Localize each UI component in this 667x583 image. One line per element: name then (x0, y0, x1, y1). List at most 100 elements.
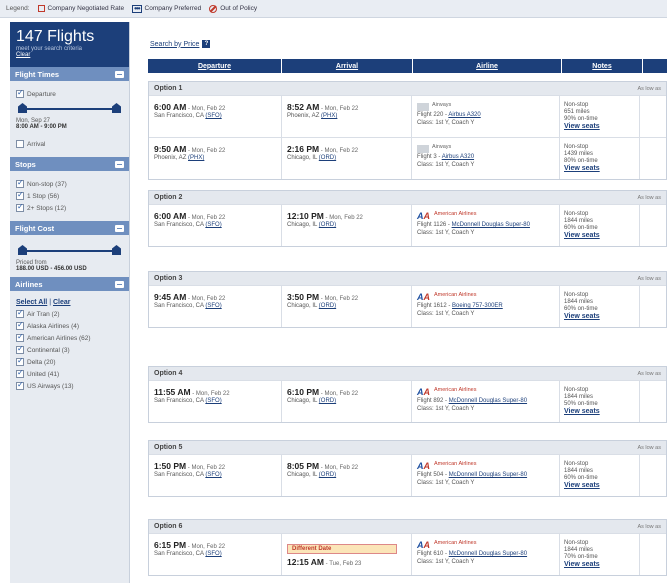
aircraft-link[interactable]: McDonnell Douglas Super-80 (449, 398, 527, 404)
aircraft-link[interactable]: McDonnell Douglas Super-80 (449, 472, 527, 478)
column-departure[interactable]: Departure (148, 59, 282, 73)
view-seats-link[interactable]: View seats (564, 561, 600, 568)
results-panel: Search by Price ? Departure Arrival Airl… (140, 22, 667, 583)
departure-airport-link[interactable]: (SFO) (205, 222, 221, 228)
departure-airport-link[interactable]: (SFO) (205, 303, 221, 309)
airlines-header[interactable]: Airlines (10, 277, 129, 291)
arrival-checkbox-row[interactable]: Arrival (16, 140, 123, 148)
slider-max-handle[interactable] (112, 103, 121, 113)
departure-time: 6:00 AM (154, 102, 187, 112)
stops-header[interactable]: Stops (10, 157, 129, 171)
departure-airport-link[interactable]: (SFO) (205, 551, 221, 557)
search-by-price-label: Search by Price (150, 40, 200, 48)
airline-item[interactable]: Delta (20) (16, 356, 123, 366)
flight-segment-row[interactable]: 6:00 AM - Mon, Feb 22 San Francisco, CA … (149, 204, 666, 246)
collapse-icon[interactable] (115, 280, 124, 288)
departure-airport-link[interactable]: (SFO) (205, 472, 221, 478)
stops-nonstop[interactable]: Non-stop (37) (16, 178, 123, 188)
stops-one[interactable]: 1 Stop (56) (16, 190, 123, 200)
departure-city: San Francisco, CA (154, 303, 206, 309)
slider-min-handle[interactable] (18, 103, 27, 113)
checkbox[interactable] (16, 202, 24, 212)
collapse-icon[interactable] (115, 224, 124, 232)
airline-item[interactable]: Continental (3) (16, 344, 123, 354)
help-icon[interactable]: ? (202, 40, 211, 48)
select-all-link[interactable]: Select All (16, 299, 47, 306)
airline-brand: AA American Airlines (417, 387, 554, 397)
arrival-city: Chicago, IL (287, 155, 319, 161)
view-seats-link[interactable]: View seats (564, 482, 600, 489)
arrival-city: Chicago, IL (287, 472, 319, 478)
flight-segment-row[interactable]: 6:15 PM - Mon, Feb 22 San Francisco, CA … (149, 533, 666, 575)
departure-airport-link[interactable]: (SFO) (205, 398, 221, 404)
aircraft-link[interactable]: McDonnell Douglas Super-80 (449, 551, 527, 557)
search-by-price-link[interactable]: Search by Price ? (150, 40, 211, 48)
view-seats-link[interactable]: View seats (564, 123, 600, 130)
departure-date: - Mon, Feb 22 (186, 148, 226, 154)
stops-note: Non-stop (564, 102, 589, 108)
arrival-airport-link[interactable]: (ORD) (319, 303, 336, 309)
arrival-time: 6:10 PM (287, 387, 320, 397)
clear-airlines-link[interactable]: Clear (53, 299, 71, 306)
arrival-airport-link[interactable]: (ORD) (319, 472, 336, 478)
departure-airport-link[interactable]: (SFO) (205, 113, 221, 119)
arrival-airport-link[interactable]: (ORD) (319, 222, 336, 228)
checkbox[interactable] (16, 190, 24, 200)
arrival-time: 3:50 PM (287, 292, 320, 302)
flight-segment-row[interactable]: 6:00 AM - Mon, Feb 22 San Francisco, CA … (149, 95, 666, 137)
flight-cost-header[interactable]: Flight Cost (10, 221, 129, 235)
flight-segment-row[interactable]: 1:50 PM - Mon, Feb 22 San Francisco, CA … (149, 454, 666, 496)
departure-airport-link[interactable]: (PHX) (188, 155, 204, 161)
view-seats-link[interactable]: View seats (564, 165, 600, 172)
view-seats-link[interactable]: View seats (564, 313, 600, 320)
airline-item[interactable]: US Airways (13) (16, 380, 123, 390)
airline-cell: Airways Flight 220 - Airbus A320 Class: … (412, 96, 560, 137)
column-airline[interactable]: Airline (413, 59, 562, 73)
flight-segment-row[interactable]: 9:50 AM - Mon, Feb 22 Phoenix, AZ (PHX) … (149, 137, 666, 179)
airline-item[interactable]: American Airlines (62) (16, 332, 123, 342)
flight-info: Flight 220 - Airbus A320 (417, 111, 554, 119)
stops-label: Non-stop (37) (27, 180, 67, 188)
flight-segment-row[interactable]: 11:55 AM - Mon, Feb 22 San Francisco, CA… (149, 380, 666, 422)
checkbox[interactable] (16, 368, 24, 378)
column-arrival[interactable]: Arrival (282, 59, 413, 73)
checkbox[interactable] (16, 308, 24, 318)
aircraft-link[interactable]: Airbus A320 (442, 154, 474, 160)
arrival-airport-link[interactable]: (ORD) (319, 398, 336, 404)
checkbox[interactable] (16, 332, 24, 342)
slider-max-handle[interactable] (112, 245, 121, 255)
notes-cell: Non-stop 1844 miles 70% on-time View sea… (560, 534, 640, 575)
airline-cell: AA American Airlines Flight 1126 - McDonn… (412, 205, 560, 246)
arrival-checkbox[interactable] (16, 140, 24, 148)
checkbox[interactable] (16, 380, 24, 390)
collapse-icon[interactable] (115, 70, 124, 78)
aircraft-link[interactable]: McDonnell Douglas Super-80 (452, 222, 530, 228)
stops-two-plus[interactable]: 2+ Stops (12) (16, 202, 123, 212)
cost-slider[interactable] (18, 244, 121, 256)
aircraft-link[interactable]: Boeing 757-300ER (452, 303, 503, 309)
departure-checkbox[interactable] (16, 88, 24, 98)
airline-item[interactable]: United (41) (16, 368, 123, 378)
airline-item[interactable]: Air Tran (2) (16, 308, 123, 318)
arrival-airport-link[interactable]: (PHX) (321, 113, 337, 119)
column-notes[interactable]: Notes (562, 59, 643, 73)
checkbox[interactable] (16, 320, 24, 330)
collapse-icon[interactable] (115, 160, 124, 168)
airline-brand: Airways (417, 144, 554, 153)
aircraft-link[interactable]: Airbus A320 (448, 112, 480, 118)
flight-times-header[interactable]: Flight Times (10, 67, 129, 81)
departure-time: 9:50 AM (154, 144, 187, 154)
clear-all-link[interactable]: Clear (16, 52, 123, 58)
departure-checkbox-row[interactable]: Departure (16, 88, 123, 98)
slider-min-handle[interactable] (18, 245, 27, 255)
departure-city: San Francisco, CA (154, 472, 206, 478)
time-slider[interactable] (18, 102, 121, 114)
checkbox[interactable] (16, 356, 24, 366)
arrival-airport-link[interactable]: (ORD) (319, 155, 336, 161)
airline-item[interactable]: Alaska Airlines (4) (16, 320, 123, 330)
checkbox[interactable] (16, 178, 24, 188)
view-seats-link[interactable]: View seats (564, 232, 600, 239)
view-seats-link[interactable]: View seats (564, 408, 600, 415)
flight-segment-row[interactable]: 9:45 AM - Mon, Feb 22 San Francisco, CA … (149, 285, 666, 327)
checkbox[interactable] (16, 344, 24, 354)
